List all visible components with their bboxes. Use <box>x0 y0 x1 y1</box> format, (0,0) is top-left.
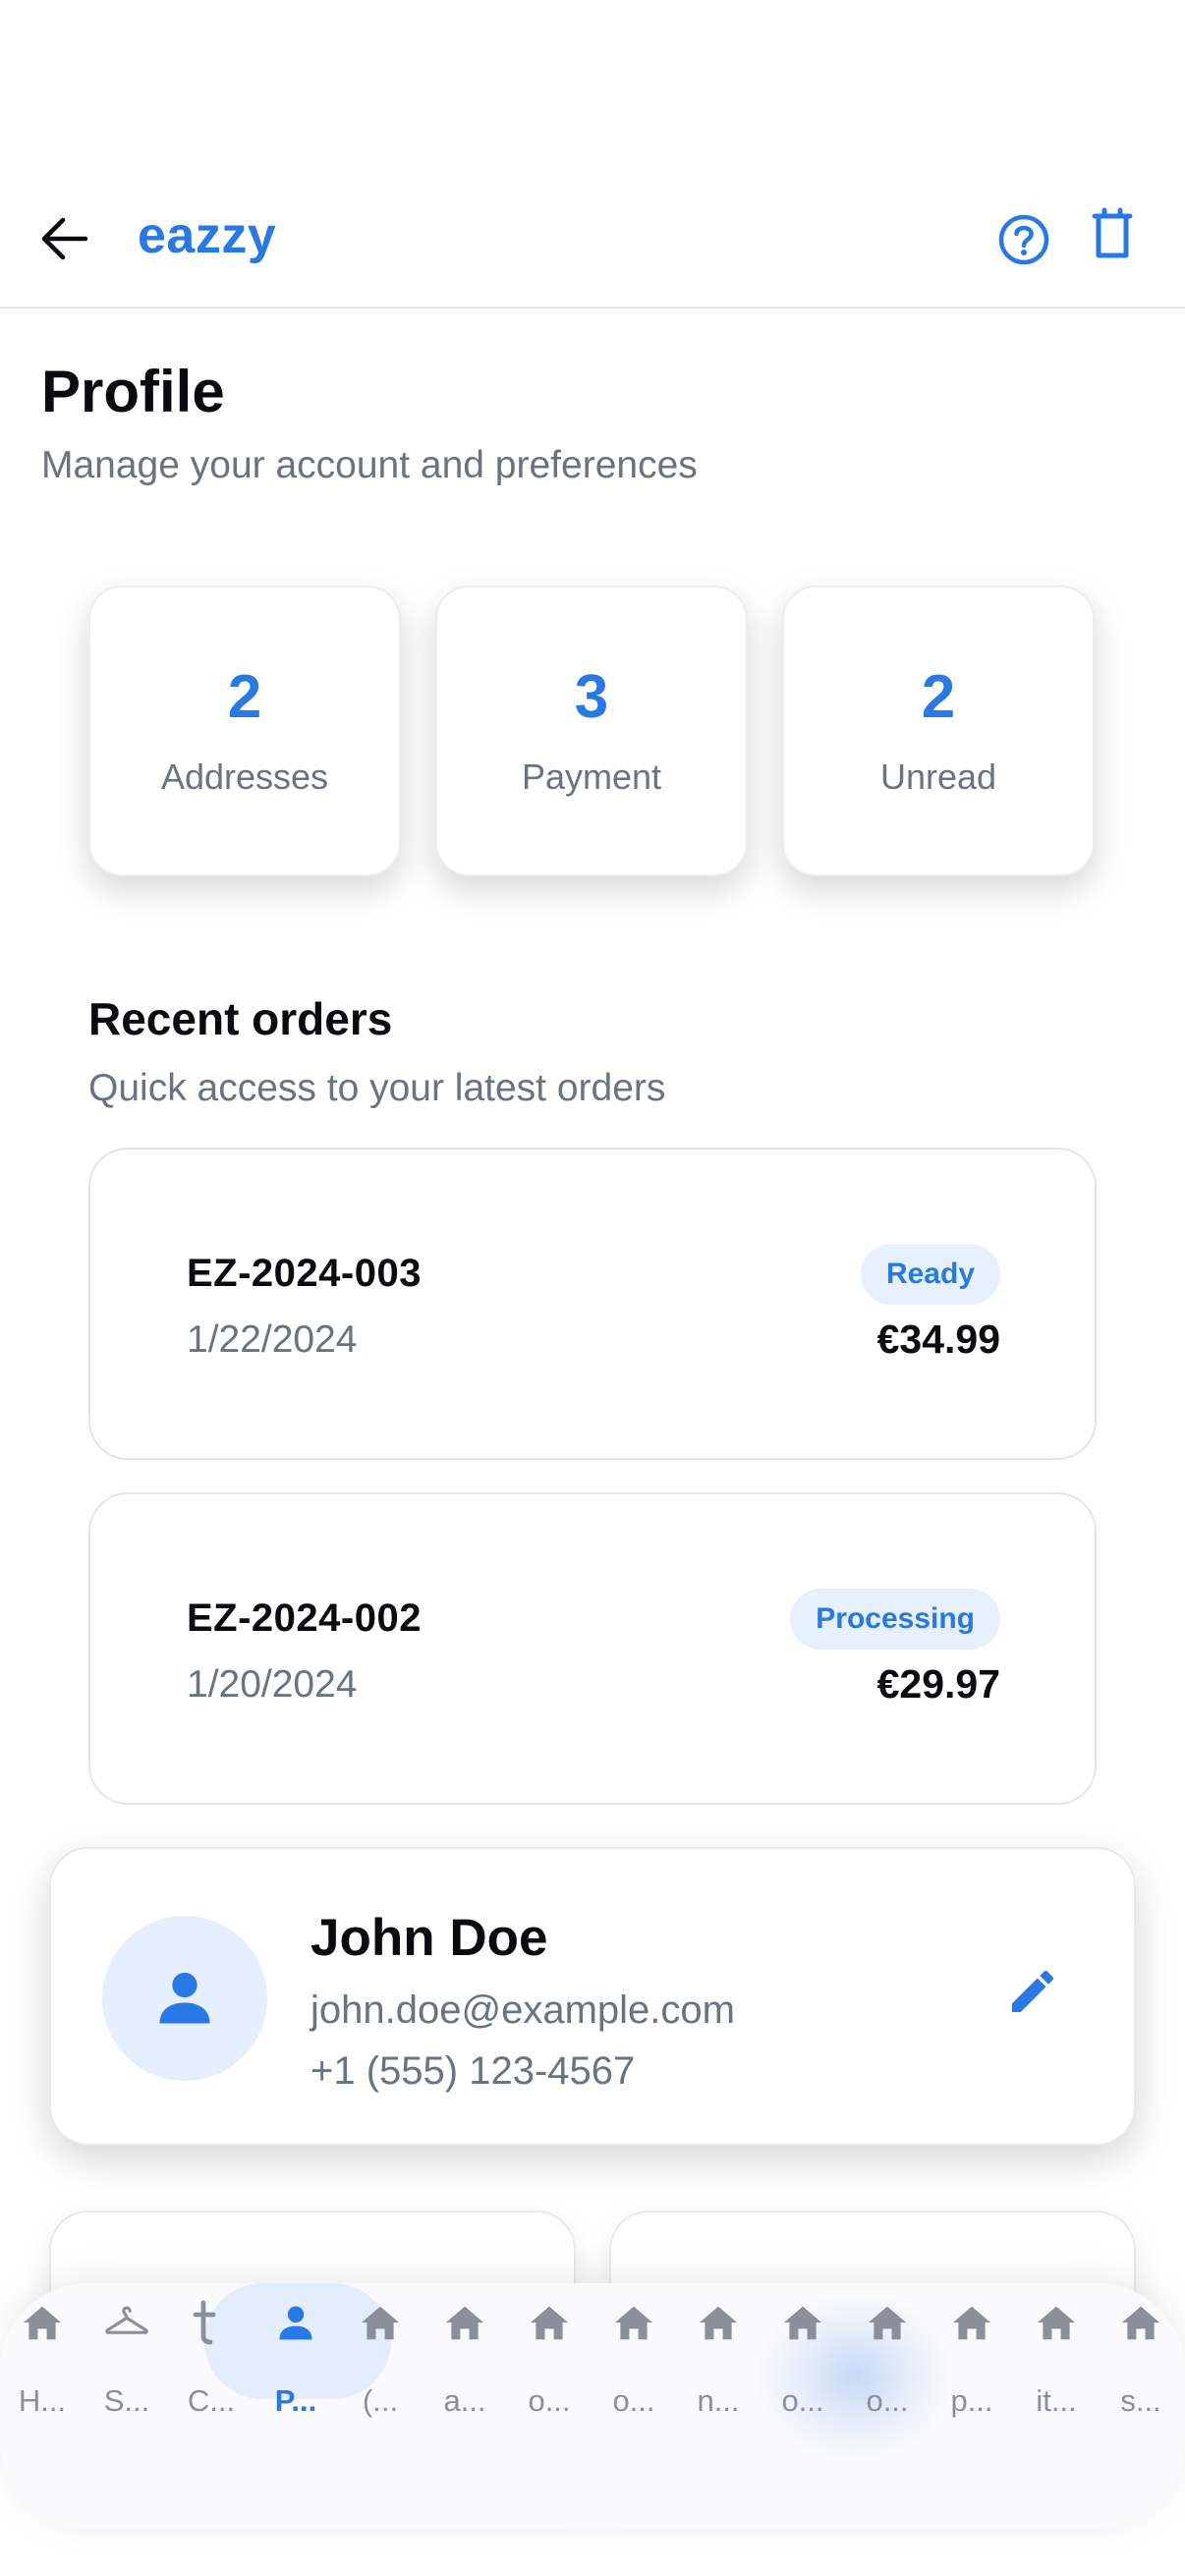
recent-orders-subtitle: Quick access to your latest orders <box>88 1067 666 1109</box>
tab-11[interactable]: o... <box>845 2301 930 2458</box>
order-amount: €29.97 <box>876 1661 1000 1707</box>
order-card[interactable]: EZ-2024-002 1/20/2024 Processing €29.97 <box>88 1492 1097 1805</box>
tab-8[interactable]: o... <box>592 2301 676 2458</box>
trash-icon <box>1092 207 1133 258</box>
home-icon <box>1121 2306 1160 2340</box>
arrow-left-icon <box>41 217 88 260</box>
tab-10[interactable]: o... <box>761 2301 845 2458</box>
help-button[interactable] <box>994 210 1053 269</box>
order-date: 1/20/2024 <box>187 1663 358 1706</box>
pencil-icon <box>1012 1970 1054 2012</box>
home-icon <box>952 2306 991 2340</box>
tab-label: p... <box>950 2383 993 2418</box>
tab-label: o... <box>781 2383 824 2418</box>
tab-13[interactable]: it... <box>1014 2301 1099 2458</box>
hanger-icon <box>105 2306 148 2334</box>
edit-profile-button[interactable] <box>998 1957 1067 2026</box>
tab-label: it... <box>1036 2383 1077 2418</box>
profile-card: John Doe john.doe@example.com +1 (555) 1… <box>49 1847 1136 2146</box>
tab-label: o... <box>612 2383 655 2418</box>
home-icon <box>361 2306 400 2340</box>
app-header: eazzy <box>0 177 1185 308</box>
back-button[interactable] <box>35 210 92 267</box>
page-subtitle: Manage your account and preferences <box>41 444 698 486</box>
tab-label: S... <box>103 2383 150 2418</box>
home-icon <box>783 2306 822 2340</box>
order-card[interactable]: EZ-2024-003 1/22/2024 Ready €34.99 <box>88 1148 1097 1460</box>
stat-label: Addresses <box>160 756 329 797</box>
order-amount: €34.99 <box>876 1316 1000 1362</box>
tab-label: C... <box>187 2383 236 2418</box>
tab-label: s... <box>1120 2383 1161 2418</box>
tab-c[interactable]: C... <box>169 2300 254 2458</box>
avatar <box>102 1916 267 2081</box>
tab-label: H... <box>18 2383 67 2418</box>
order-id: EZ-2024-002 <box>187 1596 422 1640</box>
person-icon <box>159 1972 210 2024</box>
text-t-icon <box>193 2300 216 2345</box>
home-icon <box>23 2306 62 2340</box>
tab-6[interactable]: a... <box>423 2301 507 2458</box>
tab-label: n... <box>697 2383 740 2418</box>
help-circle-icon <box>998 214 1049 265</box>
recent-orders-title: Recent orders <box>88 993 393 1044</box>
stat-card-payment[interactable]: 3 Payment <box>435 586 748 876</box>
tab-bar: H... S... C... P... (... a... o... o... … <box>0 2283 1185 2529</box>
home-icon <box>699 2306 738 2340</box>
stat-value: 3 <box>574 663 609 731</box>
profile-email: john.doe@example.com <box>310 1988 735 2032</box>
tab-14[interactable]: s... <box>1099 2301 1183 2458</box>
order-status-badge: Ready <box>860 1244 1000 1305</box>
stat-value: 2 <box>227 663 262 731</box>
person-icon <box>279 2306 312 2340</box>
tab-shop[interactable]: S... <box>85 2301 169 2458</box>
order-id: EZ-2024-003 <box>187 1252 422 1295</box>
tab-5[interactable]: (... <box>338 2301 423 2458</box>
tab-label: (... <box>362 2383 399 2418</box>
home-icon <box>445 2306 484 2340</box>
tab-label: a... <box>443 2383 486 2418</box>
profile-name: John Doe <box>310 1909 548 1967</box>
stat-value: 2 <box>921 663 956 731</box>
order-date: 1/22/2024 <box>187 1318 358 1361</box>
tab-7[interactable]: o... <box>507 2301 592 2458</box>
stat-label: Unread <box>879 756 997 797</box>
page-title: Profile <box>41 359 225 424</box>
profile-phone: +1 (555) 123-4567 <box>310 2049 636 2093</box>
order-status-badge: Processing <box>790 1589 1000 1650</box>
home-icon <box>530 2306 569 2340</box>
tab-profile[interactable]: P... <box>254 2301 338 2458</box>
home-icon <box>1037 2306 1076 2340</box>
tab-home[interactable]: H... <box>0 2301 85 2458</box>
stat-label: Payment <box>521 756 662 797</box>
clear-button[interactable] <box>1085 206 1140 265</box>
tab-label: P... <box>274 2383 317 2418</box>
tab-12[interactable]: p... <box>930 2301 1014 2458</box>
tab-label: o... <box>866 2383 909 2418</box>
tab-9[interactable]: n... <box>676 2301 761 2458</box>
stat-card-addresses[interactable]: 2 Addresses <box>88 586 401 876</box>
tab-label: o... <box>528 2383 571 2418</box>
brand-logo[interactable]: eazzy <box>138 206 276 265</box>
home-icon <box>614 2306 653 2340</box>
home-icon <box>868 2306 907 2340</box>
stat-card-unread[interactable]: 2 Unread <box>782 586 1095 876</box>
